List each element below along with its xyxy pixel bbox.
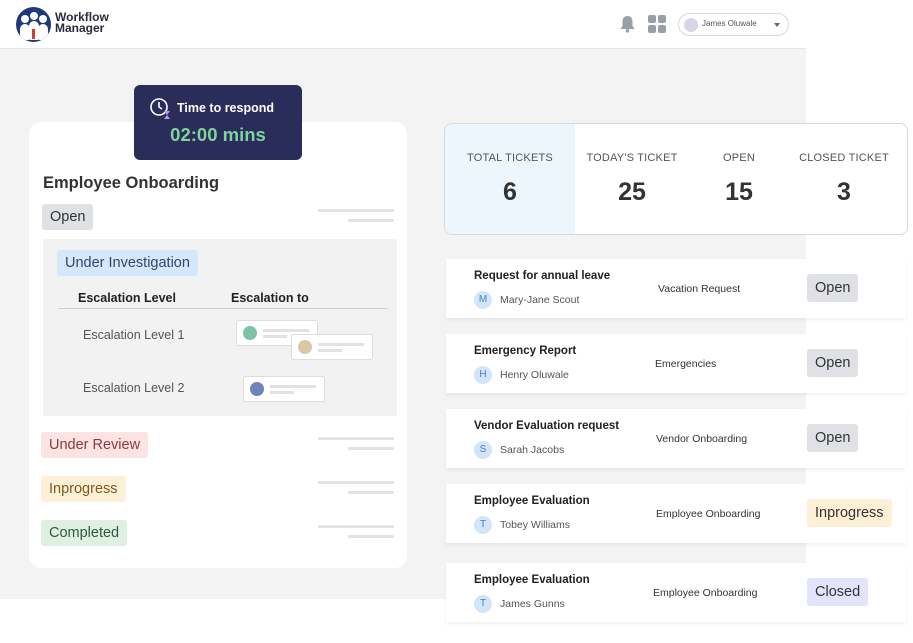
ticket-row[interactable]: Emergency Report H Henry Oluwale Emergen… <box>446 334 906 393</box>
ticket-category: Vacation Request <box>658 283 741 295</box>
ticket-category: Employee Onboarding <box>653 587 758 599</box>
stat-label: OPEN <box>723 152 755 164</box>
stat-todays-ticket[interactable]: TODAY'S TICKET 25 <box>575 124 689 234</box>
status-badge[interactable]: Open <box>807 424 859 452</box>
response-timer: Time to respond 02:00 mins <box>134 85 302 160</box>
user-name: James Oluwale <box>702 19 757 28</box>
stat-value: 25 <box>618 178 646 206</box>
brand-name: Workflow Manager <box>55 11 109 35</box>
ticket-stats-panel: TOTAL TICKETS 6 TODAY'S TICKET 25 OPEN 1… <box>444 123 908 235</box>
stat-label: TODAY'S TICKET <box>586 152 678 164</box>
ticket-title: Vendor Evaluation request <box>474 420 620 432</box>
ticket-category: Employee Onboarding <box>656 508 761 520</box>
escalation-level-1-label: Escalation Level 1 <box>83 328 185 342</box>
escalation-level-2-label: Escalation Level 2 <box>83 381 185 395</box>
ticket-title: Employee Evaluation <box>474 574 590 586</box>
avatar: S <box>474 441 492 459</box>
avatar: M <box>474 291 492 309</box>
avatar: T <box>474 516 492 534</box>
placeholder-lines <box>318 481 394 501</box>
workflow-manager-logo[interactable] <box>16 7 51 42</box>
ticket-row[interactable]: Request for annual leave M Mary-Jane Sco… <box>446 259 906 318</box>
ticket-requester: Mary-Jane Scout <box>500 294 580 306</box>
ticket-requester: James Gunns <box>500 598 565 610</box>
avatar <box>250 382 264 396</box>
card-title: Employee Onboarding <box>43 174 220 192</box>
escalation-level-header: Escalation Level <box>78 291 176 305</box>
apps-grid-icon[interactable] <box>648 15 666 33</box>
chevron-down-icon <box>774 23 780 27</box>
avatar <box>298 340 312 354</box>
timer-label: Time to respond <box>177 101 275 115</box>
assignee-card[interactable] <box>243 376 325 402</box>
placeholder-lines <box>318 525 394 545</box>
avatar <box>684 18 698 32</box>
escalation-to-header: Escalation to <box>231 291 309 305</box>
placeholder-lines <box>318 437 394 457</box>
stat-open[interactable]: OPEN 15 <box>689 124 789 234</box>
placeholder-lines <box>318 209 394 229</box>
stat-label: CLOSED TICKET <box>799 152 889 164</box>
ticket-row[interactable]: Vendor Evaluation request S Sarah Jacobs… <box>446 409 906 468</box>
ticket-requester: Tobey Williams <box>500 519 571 531</box>
ticket-requester: Sarah Jacobs <box>500 444 565 456</box>
app-header: Workflow Manager James Oluwale <box>0 0 806 49</box>
timer-value: 02:00 mins <box>170 124 266 145</box>
stat-value: 15 <box>725 178 753 206</box>
status-badge[interactable]: Open <box>807 274 859 302</box>
ticket-row[interactable]: Employee Evaluation T James Gunns Employ… <box>446 563 906 622</box>
stat-label: TOTAL TICKETS <box>467 152 553 164</box>
ticket-title: Employee Evaluation <box>474 495 590 507</box>
avatar: H <box>474 366 492 384</box>
status-inprogress-badge[interactable]: Inprogress <box>41 476 126 502</box>
avatar <box>243 326 257 340</box>
stat-value: 6 <box>503 178 517 206</box>
bell-icon[interactable] <box>619 15 636 33</box>
ticket-category: Vendor Onboarding <box>656 433 748 445</box>
status-investigation-badge[interactable]: Under Investigation <box>57 250 198 276</box>
stat-closed-ticket[interactable]: CLOSED TICKET 3 <box>789 124 899 234</box>
ticket-requester: Henry Oluwale <box>500 369 569 381</box>
brand-line-2: Manager <box>55 21 105 35</box>
ticket-category: Emergencies <box>655 358 717 370</box>
ticket-row[interactable]: Employee Evaluation T Tobey Williams Emp… <box>446 484 906 543</box>
status-badge[interactable]: Closed <box>807 578 869 606</box>
status-completed-badge[interactable]: Completed <box>41 520 128 546</box>
status-badge[interactable]: Inprogress <box>807 499 892 527</box>
status-badge[interactable]: Open <box>807 349 859 377</box>
status-open-badge[interactable]: Open <box>42 204 94 230</box>
ticket-title: Request for annual leave <box>474 270 611 282</box>
ticket-title: Emergency Report <box>474 345 577 357</box>
assignee-card[interactable] <box>291 334 373 360</box>
status-review-badge[interactable]: Under Review <box>41 432 149 458</box>
stat-value: 3 <box>837 178 851 206</box>
user-dropdown[interactable]: James Oluwale <box>678 13 789 36</box>
clock-timer-icon <box>150 98 170 119</box>
stat-total-tickets[interactable]: TOTAL TICKETS 6 <box>445 124 575 234</box>
avatar: T <box>474 595 492 613</box>
table-divider <box>58 308 388 309</box>
